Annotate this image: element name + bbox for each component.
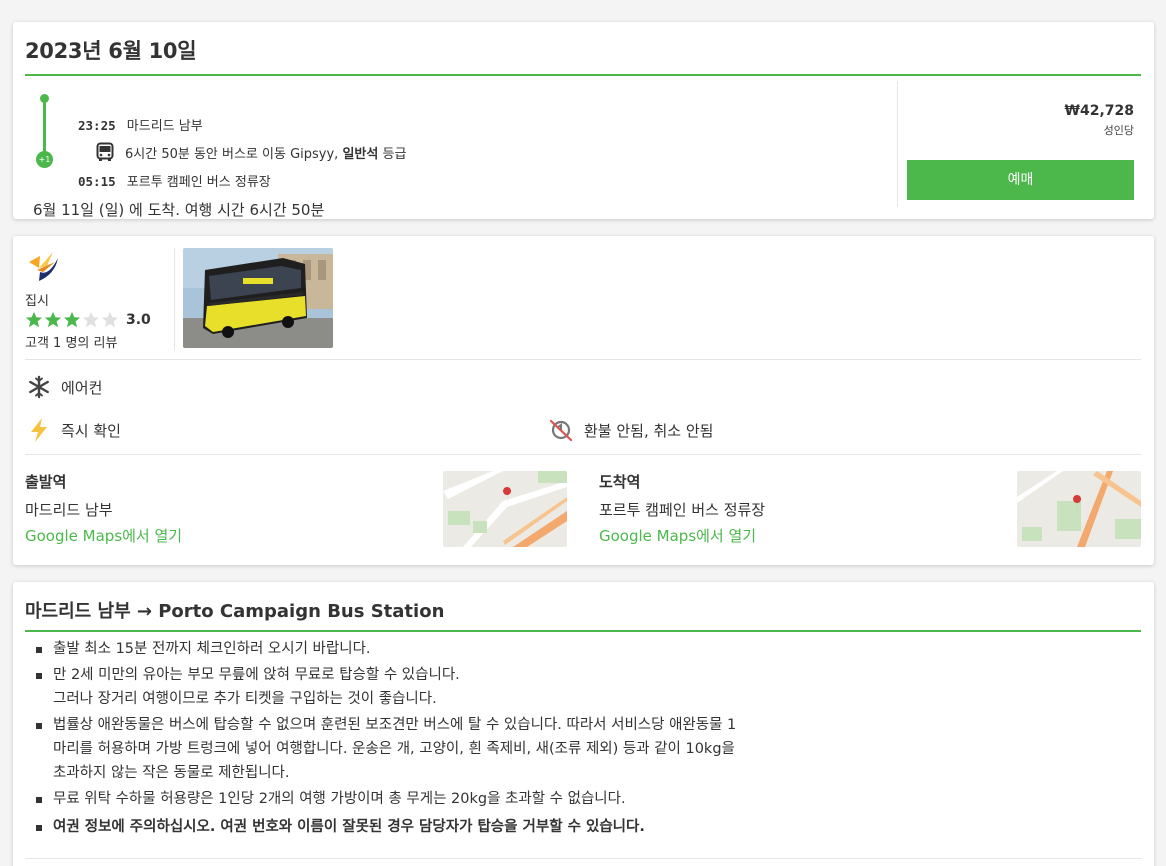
departure-maps-link[interactable]: Google Maps에서 열기 (25, 525, 182, 546)
rating-value: 3.0 (126, 312, 151, 328)
list-item-line: 만 2세 미만의 유아는 부모 무릎에 앉혀 무료로 탑승할 수 있습니다. (53, 667, 460, 683)
trip-card: 2023년 6월 10일 +1 23:25 마드리드 남부 6시간 50분 동안… (13, 22, 1154, 219)
arrival-station-title: 도착역 (599, 473, 641, 491)
list-item: 법률상 애완동물은 버스에 탑승할 수 없으며 훈련된 보조견만 버스에 탈 수… (36, 713, 873, 785)
operator-name: 집시 (25, 294, 49, 309)
seat-class: 일반석 (342, 146, 379, 162)
star-icon (44, 311, 62, 328)
star-empty-icon (101, 311, 119, 328)
departure-station-block: 출발역 마드리드 남부 Google Maps에서 열기 (25, 471, 182, 546)
travel-duration: 6시간 50분 동안 버스로 이동 Gipsyy, (125, 146, 339, 162)
travel-info-row: 6시간 50분 동안 버스로 이동 Gipsyy, 일반석 등급 (95, 142, 406, 162)
arrival-time: 05:15 (78, 174, 116, 189)
divider (25, 359, 1141, 360)
list-item: 출발 최소 15분 전까지 체크인하러 오시기 바랍니다. (36, 637, 873, 661)
amenity-instant-label: 즉시 확인 (61, 421, 121, 440)
list-item-line: 그러나 장거리 여행이므로 추가 티켓을 구입하는 것이 좋습니다. (53, 691, 437, 707)
seat-suffix: 등급 (382, 146, 407, 162)
departure-dot (40, 94, 49, 103)
list-item: 만 2세 미만의 유아는 부모 무릎에 앉혀 무료로 탑승할 수 있습니다. 그… (36, 663, 873, 711)
arrival-note: 6월 11일 (일) 에 도착. 여행 시간 6시간 50분 (33, 201, 325, 219)
book-button[interactable]: 예매 (907, 160, 1134, 200)
list-item: 무료 위탁 수하물 허용량은 1인당 2개의 여행 가방이며 총 무게는 20k… (36, 787, 873, 811)
snowflake-icon (29, 375, 49, 399)
arrival-station-name: 포르투 캠페인 버스 정류장 (599, 501, 766, 519)
rating-stars: 3.0 (25, 311, 151, 329)
operator-logo (29, 252, 58, 281)
amenity-refund: 환불 안됨, 취소 안됨 (548, 417, 713, 443)
price-unit: 성인당 (1103, 124, 1134, 137)
divider (25, 858, 1141, 859)
arrival-station-block: 도착역 포르투 캠페인 버스 정류장 Google Maps에서 열기 (599, 471, 765, 546)
bus-photo[interactable] (183, 248, 333, 348)
bus-icon (96, 142, 114, 161)
trip-date-title: 2023년 6월 10일 (25, 35, 1141, 76)
route-info-title: 마드리드 남부 → Porto Campaign Bus Station (25, 597, 1141, 632)
price: ₩42,728 (1064, 103, 1134, 119)
arrival-station: 포르투 캠페인 버스 정류장 (126, 175, 271, 190)
divider (25, 454, 1141, 455)
list-item-line: 초과하지 않는 작은 동물로 제한됩니다. (53, 765, 290, 781)
divider (174, 248, 175, 350)
list-item-line: 법률상 애완동물은 버스에 탑승할 수 없으며 훈련된 보조견만 버스에 탈 수… (53, 717, 737, 733)
day-offset-badge: +1 (36, 151, 53, 168)
departure-row: 23:25 마드리드 남부 (78, 115, 203, 134)
route-info-card: 마드리드 남부 → Porto Campaign Bus Station 출발 … (13, 582, 1154, 866)
lightning-icon (31, 418, 47, 442)
departure-station-name: 마드리드 남부 (25, 501, 113, 519)
amenity-instant: 즉시 확인 (27, 417, 121, 443)
star-icon (25, 311, 43, 328)
star-icon (63, 311, 81, 328)
list-item-line: 마리를 허용하며 가방 트렁크에 넣어 여행합니다. 운송은 개, 고양이, 흰… (53, 741, 735, 757)
price-panel: ₩42,728 성인당 예매 (897, 81, 1142, 207)
no-refund-icon (549, 419, 573, 442)
arrival-row: 05:15 포르투 캠페인 버스 정류장 (78, 171, 271, 190)
amenity-refund-label: 환불 안됨, 취소 안됨 (584, 421, 714, 440)
departure-map[interactable] (443, 471, 567, 547)
rules-list: 출발 최소 15분 전까지 체크인하러 오시기 바랍니다. 만 2세 미만의 유… (36, 637, 873, 841)
route-timeline: +1 23:25 마드리드 남부 6시간 50분 동안 버스로 이동 Gipsy… (25, 82, 885, 219)
arrival-maps-link[interactable]: Google Maps에서 열기 (599, 525, 765, 546)
star-empty-icon (82, 311, 100, 328)
arrival-map[interactable] (1017, 471, 1141, 547)
departure-station-title: 출발역 (25, 473, 67, 491)
amenity-ac: 에어컨 (27, 375, 102, 399)
departure-time: 23:25 (78, 118, 116, 133)
timeline-line (43, 98, 46, 158)
amenity-ac-label: 에어컨 (61, 378, 103, 397)
list-item: 여권 정보에 주의하십시오. 여권 번호와 이름이 잘못된 경우 담당자가 탑승… (36, 815, 873, 839)
review-count[interactable]: 고객 1 명의 리뷰 (25, 332, 117, 351)
operator-card: 집시 3.0 고객 1 명의 리뷰 에어컨 즉시 확인 환불 안됨, 취소 안됨… (13, 236, 1154, 565)
departure-station: 마드리드 남부 (126, 119, 203, 134)
